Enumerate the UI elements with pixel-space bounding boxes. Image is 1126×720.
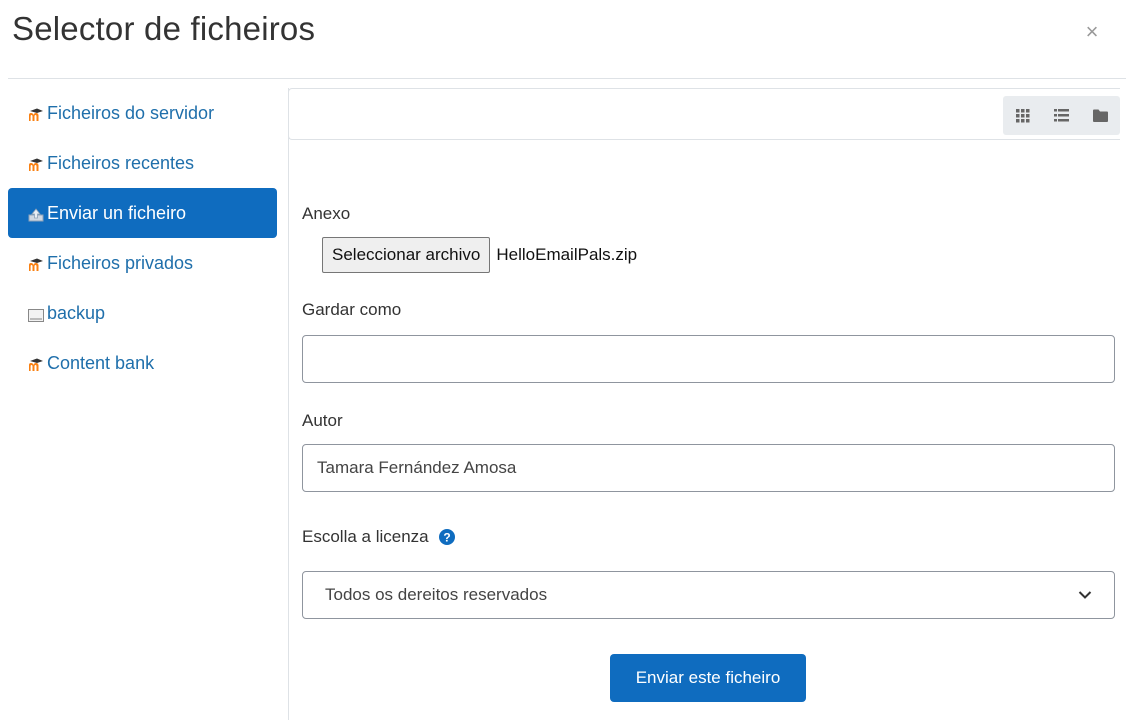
license-selected-value: Todos os dereitos reservados [325, 585, 548, 604]
icons-view-button[interactable] [1008, 101, 1038, 131]
author-label: Autor [302, 411, 343, 430]
moodle-icon [28, 356, 44, 371]
sidebar-item-recent-files[interactable]: Ficheiros recentes [8, 138, 277, 188]
file-chooser: Seleccionar archivo HelloEmailPals.zip [322, 237, 637, 273]
sidebar-item-private-files[interactable]: Ficheiros privados [8, 238, 277, 288]
upload-submit-button[interactable]: Enviar este ficheiro [610, 654, 806, 702]
sidebar-item-content-bank[interactable]: Content bank [8, 338, 277, 388]
filepicker-toolbar [288, 88, 1120, 140]
icons-view-icon [1015, 108, 1029, 122]
sidebar-item-label: backup [47, 302, 106, 323]
chosen-file-name: HelloEmailPals.zip [496, 245, 638, 264]
sidebar-item-label: Enviar un ficheiro [47, 202, 187, 223]
view-switcher [1003, 96, 1120, 135]
moodle-icon [28, 156, 44, 171]
folder-icon [28, 306, 44, 322]
license-label: Escolla a licenza [302, 527, 429, 546]
license-select[interactable]: Todos os dereitos reservados [302, 571, 1115, 619]
sidebar-item-server-files[interactable]: Ficheiros do servidor [8, 88, 277, 138]
tree-view-button[interactable] [1086, 101, 1116, 131]
save-as-input[interactable] [302, 335, 1115, 383]
dialog-title: Selector de ficheiros [12, 10, 316, 47]
moodle-icon [28, 256, 44, 271]
svg-text:?: ? [444, 531, 451, 545]
attachment-label: Anexo [302, 204, 351, 223]
content-divider [288, 88, 289, 720]
author-input[interactable]: Tamara Fernández Amosa [302, 444, 1115, 492]
list-view-button[interactable] [1047, 101, 1077, 131]
upload-icon [28, 206, 44, 222]
moodle-icon [28, 106, 44, 121]
sidebar-item-label: Ficheiros do servidor [47, 102, 215, 123]
close-button[interactable]: × [1080, 20, 1104, 44]
choose-file-button[interactable]: Seleccionar archivo [322, 237, 491, 273]
sidebar-item-label: Content bank [47, 352, 155, 373]
header-divider [8, 78, 1126, 79]
sidebar-item-label: Ficheiros recentes [47, 152, 195, 173]
repository-sidebar: Ficheiros do servidor Ficheiros recentes… [8, 88, 277, 388]
folder-view-icon [1093, 109, 1108, 122]
chevron-down-icon [1078, 585, 1092, 605]
sidebar-item-label: Ficheiros privados [47, 252, 194, 273]
save-as-label: Gardar como [302, 300, 402, 319]
list-view-icon [1054, 109, 1069, 122]
help-icon[interactable]: ? [439, 529, 456, 550]
sidebar-item-backup[interactable]: backup [8, 288, 277, 338]
sidebar-item-upload-file[interactable]: Enviar un ficheiro [8, 188, 277, 238]
license-label-row: Escolla a licenza ? [302, 527, 456, 550]
